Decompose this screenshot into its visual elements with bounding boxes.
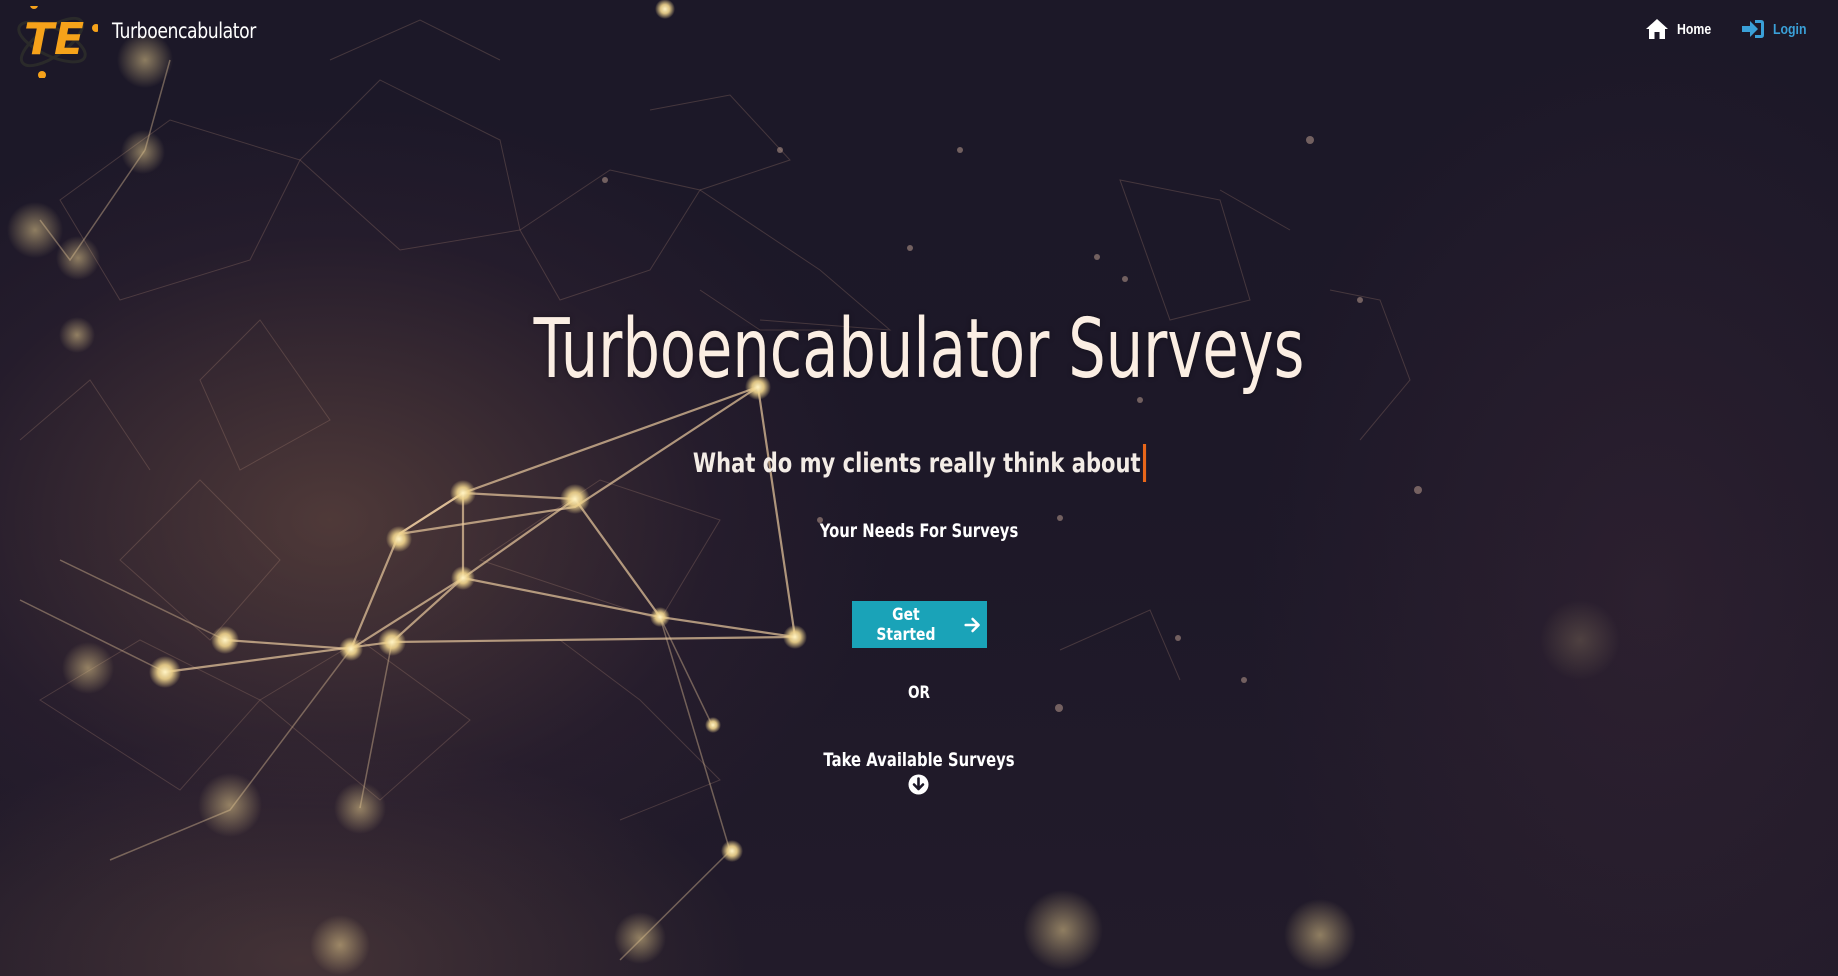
nav-links: Home Login (1645, 18, 1814, 40)
navbar: TE Turboencabulator Home Login (0, 0, 1838, 79)
arrow-right-icon (964, 617, 980, 632)
network-background (0, 0, 1838, 976)
get-started-label: Get Started (876, 604, 936, 645)
brand-name[interactable]: Turboencabulator (112, 19, 256, 43)
arrow-circle-down-icon[interactable] (908, 774, 929, 795)
take-surveys-link[interactable]: Take Available Surveys (202, 749, 1636, 771)
typed-text-line: What do my clients really think about (692, 444, 1146, 482)
typed-wrapper: What do my clients really think about (0, 444, 1838, 482)
typing-cursor (1142, 444, 1146, 482)
nav-login-link[interactable]: Login (1741, 18, 1814, 40)
sign-in-icon (1742, 20, 1765, 38)
or-separator: OR (907, 683, 931, 703)
nav-login-label: Login (1773, 20, 1807, 38)
atom-logo-icon: TE (14, 1, 100, 79)
hero-title: Turboencabulator Surveys (533, 302, 1305, 397)
needs-subtitle: Your Needs For Surveys (819, 520, 1019, 542)
nav-home-label: Home (1677, 20, 1712, 38)
get-started-button[interactable]: Get Started (852, 601, 987, 648)
typed-text: What do my clients really think about (692, 447, 1141, 479)
nav-home-link[interactable]: Home (1645, 18, 1719, 40)
logo-text: TE (24, 14, 84, 65)
brand-link[interactable]: TE Turboencabulator (14, 1, 287, 79)
home-icon (1646, 19, 1669, 39)
